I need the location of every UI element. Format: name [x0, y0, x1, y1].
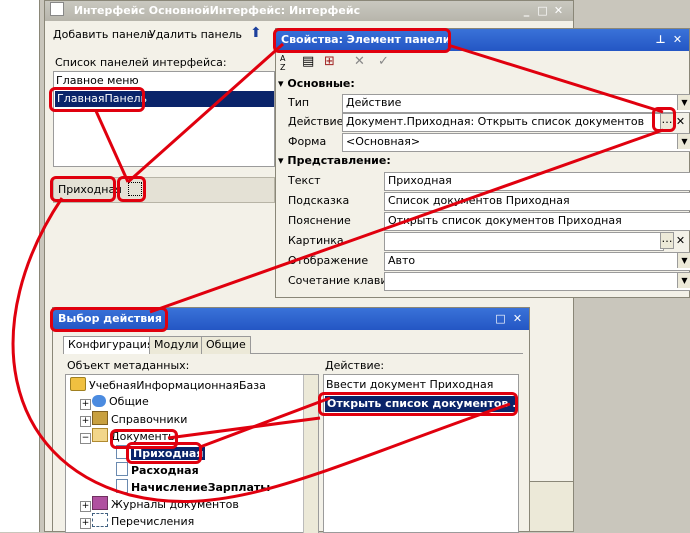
highlight-add-placeholder — [117, 176, 146, 202]
highlight-prihodnaya — [126, 442, 202, 464]
annotation-line — [94, 110, 130, 183]
annotation-line — [11, 197, 511, 504]
annotation-line — [127, 42, 284, 184]
annotation-line — [199, 396, 331, 449]
highlight-open-list — [318, 392, 518, 416]
highlight-panel-button — [50, 176, 116, 202]
highlight-dialog-title — [50, 307, 168, 332]
annotation-line — [149, 128, 664, 314]
highlight-main-panel — [49, 87, 145, 112]
annotation-lines — [11, 42, 664, 504]
highlight-properties-title — [273, 28, 451, 53]
annotation-line — [167, 416, 321, 440]
annotation-line — [447, 43, 664, 114]
highlight-action-button — [652, 107, 676, 132]
